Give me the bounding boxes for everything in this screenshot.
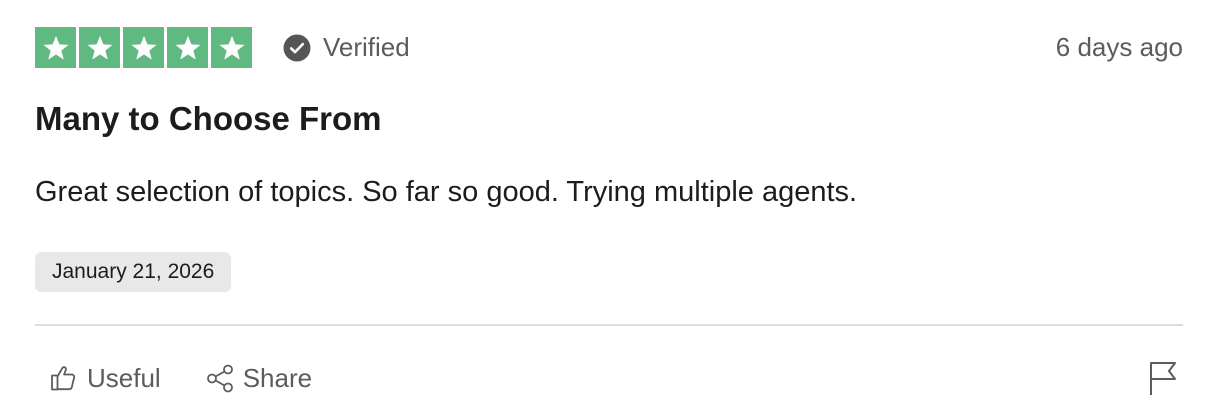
- flag-icon: [1147, 360, 1181, 396]
- review-actions: Useful Share: [49, 357, 312, 399]
- check-circle-icon: [283, 34, 311, 62]
- verified-badge: Verified: [283, 27, 410, 68]
- star-icon: [35, 27, 76, 68]
- useful-label: Useful: [87, 362, 161, 393]
- review-header: Verified 6 days ago: [35, 27, 1183, 68]
- star-icon: [123, 27, 164, 68]
- star-icon: [79, 27, 120, 68]
- share-label: Share: [242, 362, 313, 393]
- review-age: 6 days ago: [1055, 32, 1183, 62]
- verified-label: Verified: [323, 32, 410, 62]
- star-icon: [167, 27, 208, 68]
- divider: [35, 324, 1183, 326]
- thumbs-up-icon: [49, 363, 79, 393]
- review-date-badge: January 21, 2026: [35, 252, 232, 292]
- review-body: Great selection of topics. So far so goo…: [35, 176, 858, 208]
- review-date: January 21, 2026: [52, 260, 215, 283]
- report-button[interactable]: [1147, 360, 1181, 396]
- share-icon: [205, 363, 235, 393]
- review-title: Many to Choose From: [35, 100, 382, 137]
- star-rating: [35, 27, 252, 68]
- star-icon: [211, 27, 252, 68]
- review-card: Verified 6 days ago Many to Choose From …: [35, 0, 1183, 405]
- useful-button[interactable]: Useful: [49, 363, 161, 394]
- share-button[interactable]: Share: [205, 363, 312, 394]
